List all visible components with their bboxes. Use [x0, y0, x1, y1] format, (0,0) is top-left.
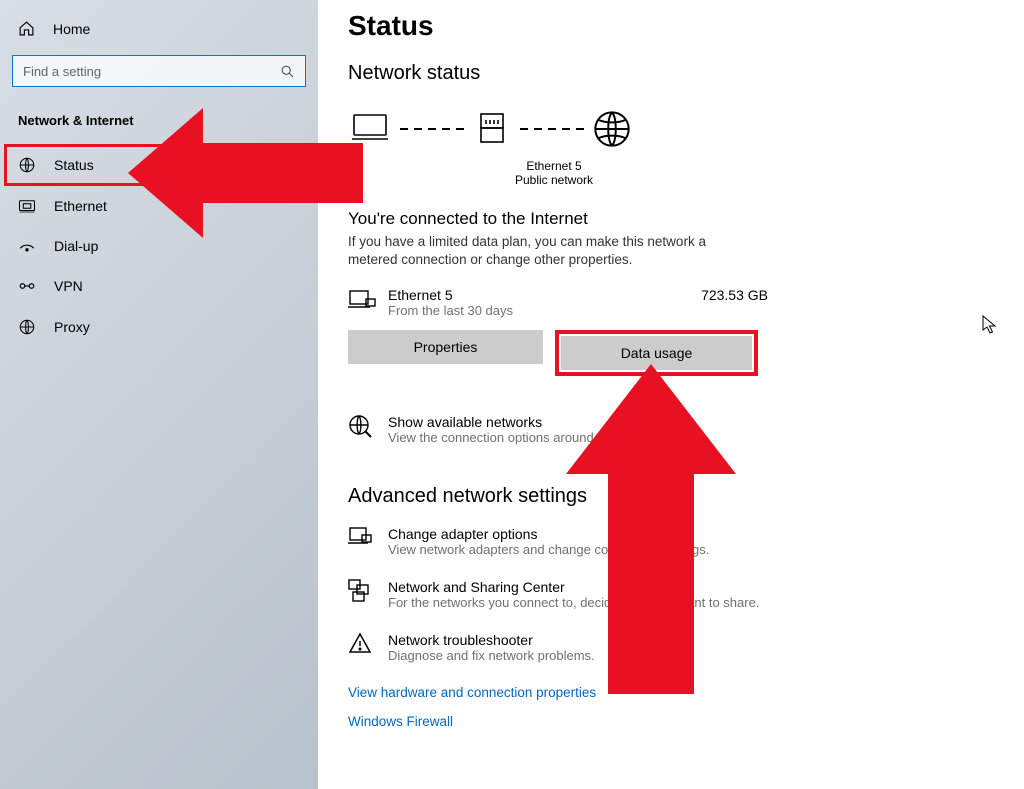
sidebar-item-label: Proxy: [54, 319, 90, 335]
warning-icon: [348, 632, 376, 654]
connection-summary-row: Ethernet 5 From the last 30 days 723.53 …: [348, 287, 768, 318]
diagram-adapter-label: Ethernet 5: [404, 159, 704, 173]
section-network-status: Network status: [348, 62, 994, 85]
connection-line: [520, 128, 584, 130]
mouse-cursor-icon: [982, 315, 998, 335]
ethernet-icon: [18, 198, 36, 214]
properties-button[interactable]: Properties: [348, 330, 543, 364]
home-nav-item[interactable]: Home: [0, 10, 318, 47]
sidebar-item-vpn[interactable]: VPN: [0, 266, 318, 306]
adapter-icon: [348, 526, 376, 548]
connected-description: If you have a limited data plan, you can…: [348, 233, 718, 269]
monitor-icon: [348, 289, 378, 313]
globe-icon: [588, 105, 636, 153]
connection-usage: 723.53 GB: [701, 287, 768, 303]
sidebar-item-label: VPN: [54, 278, 83, 294]
diagram-network-type: Public network: [404, 173, 704, 187]
option-desc: Diagnose and fix network problems.: [388, 648, 595, 663]
globe-icon: [18, 318, 36, 336]
annotation-arrow-up: [566, 364, 736, 694]
sidebar-item-label: Dial-up: [54, 238, 98, 254]
vpn-icon: [18, 279, 36, 293]
connection-name: Ethernet 5: [388, 287, 701, 303]
sidebar-item-proxy[interactable]: Proxy: [0, 306, 318, 348]
sidebar-item-label: Ethernet: [54, 198, 107, 214]
sharing-icon: [348, 579, 376, 603]
sidebar-item-label: Status: [54, 157, 94, 173]
home-icon: [18, 20, 35, 37]
globe-icon: [348, 414, 376, 438]
sidebar-item-status[interactable]: Status: [4, 144, 314, 186]
link-windows-firewall[interactable]: Windows Firewall: [348, 714, 994, 729]
connected-heading: You're connected to the Internet: [348, 209, 994, 229]
search-field[interactable]: [23, 64, 280, 79]
status-icon: [18, 156, 36, 174]
search-icon: [280, 64, 295, 79]
router-icon: [468, 105, 516, 153]
dialup-icon: [18, 239, 36, 253]
diagram-labels: Ethernet 5 Public network: [404, 159, 704, 187]
connection-period: From the last 30 days: [388, 303, 701, 318]
home-label: Home: [53, 21, 90, 37]
option-title: Network troubleshooter: [388, 632, 595, 648]
search-input[interactable]: [12, 55, 306, 87]
connection-line: [400, 128, 464, 130]
network-diagram: [348, 105, 994, 153]
page-title: Status: [348, 10, 994, 42]
